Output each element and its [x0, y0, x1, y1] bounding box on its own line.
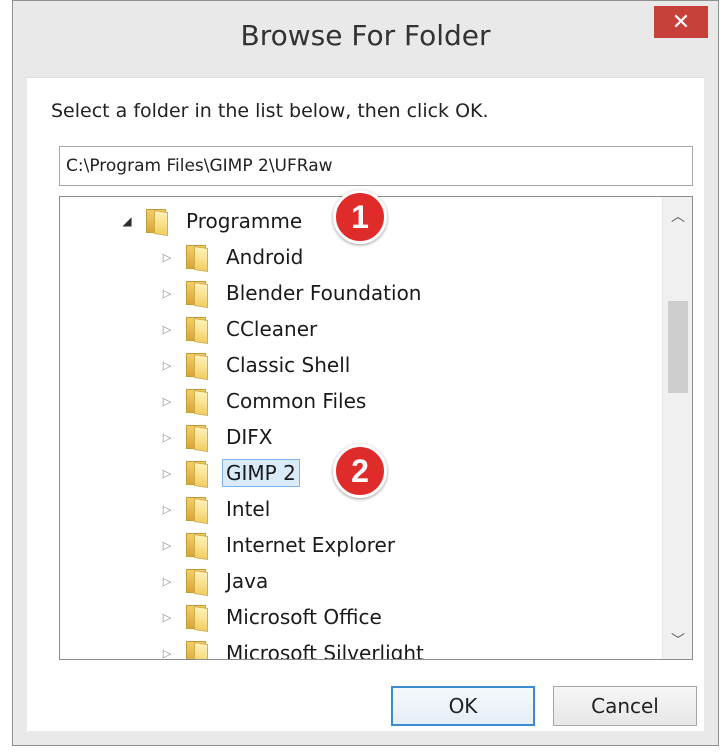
chevron-up-icon[interactable]: ︿: [663, 203, 692, 229]
tree-item-label: Java: [226, 569, 269, 593]
tree-item-difx[interactable]: ▷ DIFX: [160, 419, 277, 455]
dialog-title: Browse For Folder: [240, 19, 491, 52]
tree-item-label: Common Files: [226, 389, 367, 413]
folder-icon: [184, 495, 210, 524]
folder-icon: [184, 279, 210, 308]
folder-icon: [184, 639, 210, 659]
tree-item-java[interactable]: ▷ Java: [160, 563, 272, 599]
annotation-marker-2: 2: [333, 444, 387, 498]
folder-icon: [144, 207, 170, 236]
tree-item-label: Microsoft Silverlight: [226, 641, 424, 660]
cancel-button[interactable]: Cancel: [553, 686, 697, 726]
tree-item-ccleaner[interactable]: ▷ CCleaner: [160, 311, 321, 347]
instruction-text: Select a folder in the list below, then …: [51, 100, 489, 122]
folder-icon: [184, 603, 210, 632]
tree-item-internet-explorer[interactable]: ▷ Internet Explorer: [160, 527, 399, 563]
tree-item-label: DIFX: [226, 425, 273, 449]
browse-for-folder-dialog: Browse For Folder ✕ Select a folder in t…: [12, 0, 719, 746]
triangle-right-icon[interactable]: ▷: [160, 250, 174, 264]
triangle-right-icon[interactable]: ▷: [160, 430, 174, 444]
triangle-right-icon[interactable]: ▷: [160, 394, 174, 408]
folder-path-input[interactable]: [59, 146, 693, 186]
tree-item-label: Microsoft Office: [226, 605, 382, 629]
folder-icon: [184, 423, 210, 452]
close-button[interactable]: ✕: [654, 6, 708, 38]
folder-icon: [184, 567, 210, 596]
triangle-right-icon[interactable]: ▷: [160, 358, 174, 372]
folder-icon: [184, 243, 210, 272]
ok-button[interactable]: OK: [391, 686, 535, 726]
triangle-right-icon[interactable]: ▷: [160, 502, 174, 516]
tree-item-label: Internet Explorer: [226, 533, 396, 557]
tree-item-gimp-2[interactable]: ▷ GIMP 2: [160, 455, 300, 491]
chevron-down-icon[interactable]: ﹀: [663, 627, 692, 653]
title-bar[interactable]: Browse For Folder ✕: [13, 1, 718, 77]
tree-item-microsoft-office[interactable]: ▷ Microsoft Office: [160, 599, 386, 635]
tree-item-label: Blender Foundation: [226, 281, 422, 305]
tree-item-android[interactable]: ▷ Android: [160, 239, 307, 275]
tree-item-common-files[interactable]: ▷ Common Files: [160, 383, 370, 419]
tree-item-label: CCleaner: [226, 317, 318, 341]
tree-item-label: Android: [226, 245, 304, 269]
close-icon: ✕: [671, 9, 691, 34]
triangle-right-icon[interactable]: ▷: [160, 538, 174, 552]
vertical-scrollbar[interactable]: ︿ ﹀: [662, 197, 692, 659]
tree-item-classic-shell[interactable]: ▷ Classic Shell: [160, 347, 354, 383]
tree-item-intel[interactable]: ▷ Intel: [160, 491, 274, 527]
tree-item-programme[interactable]: ◢ Programme: [120, 203, 306, 239]
tree-item-label: Classic Shell: [226, 353, 351, 377]
folder-icon: [184, 531, 210, 560]
tree-item-label: Programme: [186, 209, 303, 233]
scrollbar-thumb[interactable]: [668, 301, 688, 393]
folder-icon: [184, 459, 210, 488]
tree-item-label: Intel: [226, 497, 271, 521]
tree-item-microsoft-silverlight[interactable]: ▷ Microsoft Silverlight: [160, 635, 428, 660]
triangle-right-icon[interactable]: ▷: [160, 286, 174, 300]
folder-icon: [184, 351, 210, 380]
triangle-right-icon[interactable]: ▷: [160, 646, 174, 660]
triangle-right-icon[interactable]: ▷: [160, 322, 174, 336]
triangle-down-icon[interactable]: ◢: [120, 214, 134, 228]
triangle-right-icon[interactable]: ▷: [160, 574, 174, 588]
tree-item-label: GIMP 2: [222, 459, 300, 487]
tree-item-blender-foundation[interactable]: ▷ Blender Foundation: [160, 275, 425, 311]
folder-icon: [184, 315, 210, 344]
folder-tree[interactable]: ◢ Programme ▷ Android ▷ Blender Foundati…: [59, 196, 693, 660]
dialog-body: Select a folder in the list below, then …: [27, 77, 704, 731]
triangle-right-icon[interactable]: ▷: [160, 466, 174, 480]
triangle-right-icon[interactable]: ▷: [160, 610, 174, 624]
folder-icon: [184, 387, 210, 416]
annotation-marker-1: 1: [333, 190, 387, 244]
